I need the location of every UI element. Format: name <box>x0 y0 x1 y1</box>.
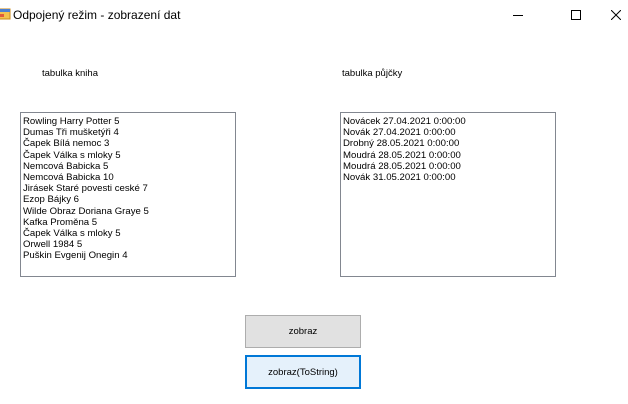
list-item[interactable]: Puškin Evgenij Onegin 4 <box>23 250 235 261</box>
maximize-icon <box>571 10 581 20</box>
list-item[interactable]: Čapek Válka s mloky 5 <box>23 150 235 161</box>
list-item[interactable]: Čapek Bílá nemoc 3 <box>23 138 235 149</box>
list-item[interactable]: Moudrá 28.05.2021 0:00:00 <box>343 150 555 161</box>
listbox-pujcky[interactable]: Novácek 27.04.2021 0:00:00 Novák 27.04.20… <box>340 112 556 277</box>
list-item[interactable]: Nemcová Babicka 5 <box>23 161 235 172</box>
list-item[interactable]: Čapek Válka s mloky 5 <box>23 228 235 239</box>
list-item[interactable]: Novácek 27.04.2021 0:00:00 <box>343 116 555 127</box>
list-item[interactable]: Rowling Harry Potter 5 <box>23 116 235 127</box>
list-item[interactable]: Wilde Obraz Doriana Graye 5 <box>23 206 235 217</box>
app-form-icon[interactable] <box>0 7 11 21</box>
list-item[interactable]: Nemcová Babicka 10 <box>23 172 235 183</box>
list-item[interactable]: Novák 27.04.2021 0:00:00 <box>343 127 555 138</box>
close-icon <box>611 10 621 20</box>
form-client-area: tabulka kniha tabulka půjčky Rowling Har… <box>0 30 628 404</box>
minimize-icon <box>513 15 523 16</box>
list-item[interactable]: Drobný 28.05.2021 0:00:00 <box>343 138 555 149</box>
zobraz-tostring-button[interactable]: zobraz(ToString) <box>245 355 361 389</box>
list-item[interactable]: Jirásek Staré povesti ceské 7 <box>23 183 235 194</box>
label-tabulka-kniha: tabulka kniha <box>42 68 98 79</box>
zobraz-button[interactable]: zobraz <box>245 315 361 348</box>
list-item[interactable]: Novák 31.05.2021 0:00:00 <box>343 172 555 183</box>
list-item[interactable]: Ezop Bájky 6 <box>23 194 235 205</box>
listbox-kniha[interactable]: Rowling Harry Potter 5 Dumas Tři mušketýř… <box>20 112 236 277</box>
title-bar: Odpojený režim - zobrazení dat <box>0 0 628 30</box>
window-title: Odpojený režim - zobrazení dat <box>13 8 181 22</box>
close-button[interactable] <box>594 0 628 30</box>
list-item[interactable]: Dumas Tři mušketýři 4 <box>23 127 235 138</box>
label-tabulka-pujcky: tabulka půjčky <box>342 68 403 79</box>
maximize-button[interactable] <box>554 0 598 30</box>
minimize-button[interactable] <box>496 0 540 30</box>
list-item[interactable]: Orwell 1984 5 <box>23 239 235 250</box>
list-item[interactable]: Moudrá 28.05.2021 0:00:00 <box>343 161 555 172</box>
list-item[interactable]: Kafka Proměna 5 <box>23 217 235 228</box>
